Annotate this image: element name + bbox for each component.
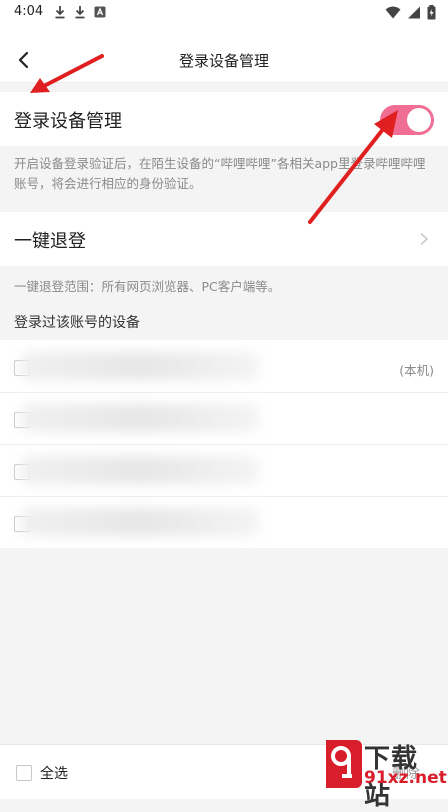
logout-scope-text: 一键退登范围：所有网页浏览器、PC客户端等。 — [14, 279, 281, 294]
device-row[interactable]: (本机) — [0, 340, 448, 393]
device-row[interactable] — [0, 392, 448, 445]
login-device-management-toggle[interactable] — [380, 105, 434, 135]
chevron-right-icon — [420, 232, 429, 246]
login-verification-description: 开启设备登录验证后，在陌生设备的“哔哩哔哩”各相关app里登录哔哩哔哩账号，将会… — [14, 156, 426, 191]
obscured-device-name — [20, 456, 260, 484]
current-device-label: (本机) — [399, 363, 434, 378]
download-icon — [55, 6, 65, 19]
obscured-device-name — [20, 404, 260, 432]
logout-all-row[interactable]: 一键退登 — [0, 212, 448, 266]
signal-icon — [408, 6, 420, 19]
download-icon — [75, 6, 85, 19]
status-bar: 4:04 — [0, 0, 448, 26]
app-notification-icon — [94, 6, 106, 18]
select-all-label[interactable]: 全选 — [40, 763, 68, 783]
battery-icon — [427, 5, 436, 20]
device-row[interactable] — [0, 444, 448, 497]
logout-all-label: 一键退登 — [14, 231, 86, 252]
status-time: 4:04 — [14, 4, 44, 19]
nav-bar: 登录设备管理 — [0, 26, 448, 83]
system-icons — [385, 5, 436, 20]
page-title: 登录设备管理 — [178, 52, 269, 70]
login-device-management-row: 登录设备管理 — [0, 92, 448, 146]
watermark-url: 91xz.net — [364, 768, 447, 788]
watermark-logo-icon — [326, 740, 362, 788]
wifi-icon — [385, 6, 401, 19]
device-row[interactable] — [0, 496, 448, 548]
watermark: 下载站 91xz.net — [320, 734, 447, 811]
obscured-device-name — [20, 508, 260, 536]
notification-icons — [54, 5, 106, 19]
devices-heading: 登录过该账号的设备 — [14, 315, 140, 331]
login-device-management-label: 登录设备管理 — [14, 111, 122, 132]
device-list: (本机) — [0, 340, 448, 548]
select-all-checkbox[interactable] — [16, 765, 32, 781]
obscured-device-name — [20, 352, 260, 380]
toggle-knob — [407, 108, 431, 132]
